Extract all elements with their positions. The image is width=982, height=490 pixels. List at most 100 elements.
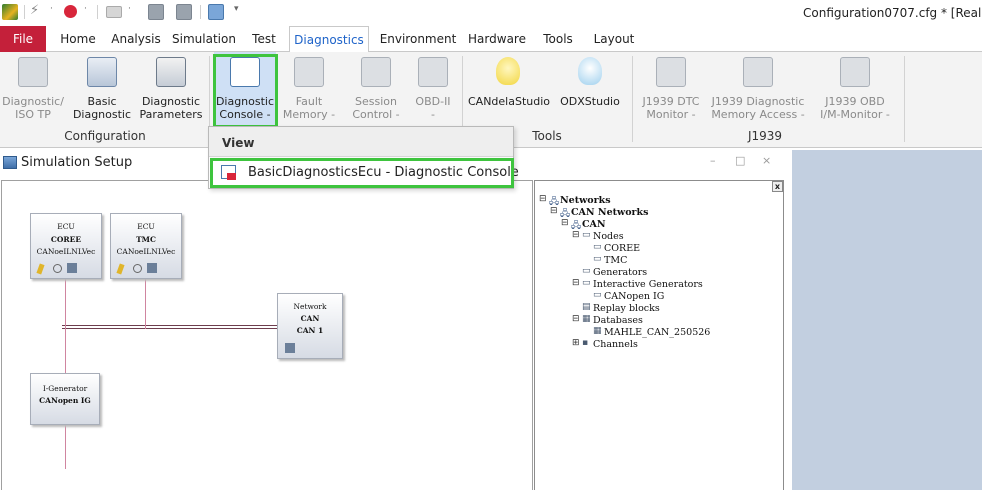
edit-icon[interactable] bbox=[36, 263, 45, 275]
separator bbox=[97, 5, 98, 19]
edit-icon[interactable] bbox=[116, 263, 125, 275]
node-connector bbox=[145, 279, 146, 329]
button-label: Fault bbox=[295, 95, 323, 108]
diagnostic-parameters-button[interactable]: Diagnostic Parameters bbox=[138, 54, 204, 126]
tree-item-label[interactable]: Networks bbox=[560, 195, 611, 206]
dropdown-arrow-icon[interactable]: · bbox=[84, 4, 87, 14]
highlight-box bbox=[213, 54, 278, 128]
node-icon: ▭ bbox=[582, 278, 591, 288]
node-icon: ▭ bbox=[593, 290, 602, 300]
can-bus-line bbox=[62, 325, 278, 326]
node-name: COREE bbox=[50, 235, 82, 244]
collapse-toggle-icon[interactable]: ⊟ bbox=[572, 314, 580, 324]
open-folder-icon[interactable] bbox=[106, 6, 122, 18]
button-label: J1939 OBD bbox=[825, 95, 885, 108]
maximize-button[interactable]: □ bbox=[735, 154, 745, 167]
customize-arrow-icon[interactable]: ▾ bbox=[234, 4, 239, 14]
tab-environment[interactable]: Environment bbox=[378, 26, 458, 52]
obd-ii-button[interactable]: OBD-II - bbox=[410, 54, 456, 126]
simulation-setup-title: Simulation Setup bbox=[21, 155, 133, 170]
tab-home[interactable]: Home bbox=[54, 26, 102, 52]
tree-item-label[interactable]: COREE bbox=[604, 243, 640, 254]
diagnostic-iso-tp-button[interactable]: Diagnostic/ISO TP bbox=[0, 54, 66, 126]
database-icon: ▦ bbox=[582, 314, 591, 324]
basic-diagnostic-button[interactable]: Basic Diagnostic bbox=[72, 54, 132, 126]
dropdown-arrow-icon[interactable]: · bbox=[50, 4, 53, 14]
save-icon[interactable] bbox=[148, 4, 164, 20]
tree-item-label[interactable]: Nodes bbox=[593, 231, 624, 242]
settings-icon[interactable] bbox=[133, 264, 142, 273]
node-icon: ▭ bbox=[593, 242, 602, 252]
tree-item-label[interactable]: Channels bbox=[593, 339, 638, 350]
session-control-button[interactable]: Session Control - bbox=[348, 54, 404, 126]
tree-item-label[interactable]: CAN Networks bbox=[571, 207, 649, 218]
button-label: Diagnostic bbox=[141, 95, 201, 108]
ecu-node-coree[interactable]: ECU COREE CANoeILNLVec bbox=[30, 213, 102, 279]
tree-item-label[interactable]: CAN bbox=[582, 219, 606, 230]
fault-memory-button[interactable]: Fault Memory - bbox=[282, 54, 336, 126]
tab-simulation[interactable]: Simulation bbox=[172, 26, 236, 52]
expand-toggle-icon[interactable]: ⊞ bbox=[572, 338, 580, 348]
j1939-diagnostic-memory-access-button[interactable]: J1939 Diagnostic Memory Access - bbox=[708, 54, 808, 126]
memory-access-icon bbox=[743, 57, 773, 87]
collapse-toggle-icon[interactable]: ⊟ bbox=[572, 278, 580, 288]
tree-close-button[interactable]: x bbox=[772, 181, 783, 192]
collapse-toggle-icon[interactable]: ⊟ bbox=[561, 218, 569, 228]
settings-icon[interactable] bbox=[53, 264, 62, 273]
tree-item-label[interactable]: Databases bbox=[593, 315, 643, 326]
button-label: Control - bbox=[352, 108, 400, 121]
tab-tools[interactable]: Tools bbox=[538, 26, 578, 52]
j1939-obd-im-monitor-button[interactable]: J1939 OBD I/M-Monitor - bbox=[812, 54, 898, 126]
button-label: ISO TP bbox=[15, 108, 51, 121]
candelastudio-button[interactable]: CANdelaStudio bbox=[468, 54, 550, 126]
basic-diagnostic-icon bbox=[87, 57, 117, 87]
window-title: Configuration0707.cfg * [Real Bus bbox=[803, 6, 982, 20]
generator-label: I-Generator bbox=[42, 384, 88, 393]
odxstudio-button[interactable]: ODXStudio bbox=[552, 54, 628, 126]
lightning-icon[interactable]: ⚡ bbox=[30, 3, 46, 19]
highlight-box bbox=[210, 158, 514, 188]
tree-item-label[interactable]: CANopen IG bbox=[604, 291, 664, 302]
dropdown-arrow-icon[interactable]: · bbox=[128, 4, 131, 14]
node-icon: ▭ bbox=[593, 254, 602, 264]
ecu-node-tmc[interactable]: ECU TMC CANoeILNLVec bbox=[110, 213, 182, 279]
dtc-monitor-icon bbox=[656, 57, 686, 87]
tree-item-label[interactable]: Generators bbox=[593, 267, 647, 278]
network-node-can[interactable]: Network CAN CAN 1 bbox=[277, 293, 343, 359]
tab-test[interactable]: Test bbox=[248, 26, 280, 52]
network-tree-panel: x ⊟ 🖧 Networks ⊟ 🖧 CAN Networks ⊟ 🖧 CAN ⊟ ▭ Nodes ▭ C… bbox=[534, 180, 784, 490]
collapse-toggle-icon[interactable]: ⊟ bbox=[539, 194, 547, 204]
button-label: J1939 Diagnostic bbox=[711, 95, 805, 108]
tab-file[interactable]: File bbox=[0, 26, 46, 52]
j1939-dtc-monitor-button[interactable]: J1939 DTC Monitor - bbox=[636, 54, 706, 126]
node-name: TMC bbox=[136, 235, 156, 244]
minimize-button[interactable]: – bbox=[710, 154, 716, 167]
button-label: I/M-Monitor - bbox=[820, 108, 890, 121]
close-button[interactable]: × bbox=[762, 154, 771, 167]
button-label: Basic bbox=[87, 95, 117, 108]
tab-diagnostics[interactable]: Diagnostics bbox=[289, 26, 369, 53]
tab-hardware[interactable]: Hardware bbox=[468, 26, 526, 52]
tab-layout[interactable]: Layout bbox=[590, 26, 638, 52]
title-bar: ⚡ · · · ▾ Configuration0707.cfg * [Real … bbox=[0, 0, 982, 26]
generator-node[interactable]: I-Generator CANopen IG bbox=[30, 373, 100, 425]
save-as-icon[interactable] bbox=[176, 4, 192, 20]
button-label: - bbox=[431, 108, 435, 121]
obd-monitor-icon bbox=[840, 57, 870, 87]
tree-item-label[interactable]: MAHLE_CAN_250526 bbox=[604, 327, 710, 338]
tree-item-label[interactable]: Interactive Generators bbox=[593, 279, 703, 290]
network-type: CAN bbox=[300, 314, 320, 323]
button-label: Memory Access - bbox=[711, 108, 805, 121]
tree-item-label[interactable]: TMC bbox=[604, 255, 627, 266]
app-logo-icon bbox=[2, 4, 18, 20]
tab-analysis[interactable]: Analysis bbox=[108, 26, 164, 52]
tree-item-label[interactable]: Replay blocks bbox=[593, 303, 660, 314]
session-control-icon bbox=[361, 57, 391, 87]
collapse-toggle-icon[interactable]: ⊟ bbox=[572, 230, 580, 240]
simulation-canvas[interactable]: ECU COREE CANoeILNLVec ECU TMC CANoeILNL… bbox=[1, 180, 533, 490]
separator bbox=[632, 56, 633, 142]
separator bbox=[200, 5, 201, 19]
record-icon[interactable] bbox=[64, 5, 77, 18]
measurement-icon[interactable] bbox=[208, 4, 224, 20]
collapse-toggle-icon[interactable]: ⊟ bbox=[550, 206, 558, 216]
